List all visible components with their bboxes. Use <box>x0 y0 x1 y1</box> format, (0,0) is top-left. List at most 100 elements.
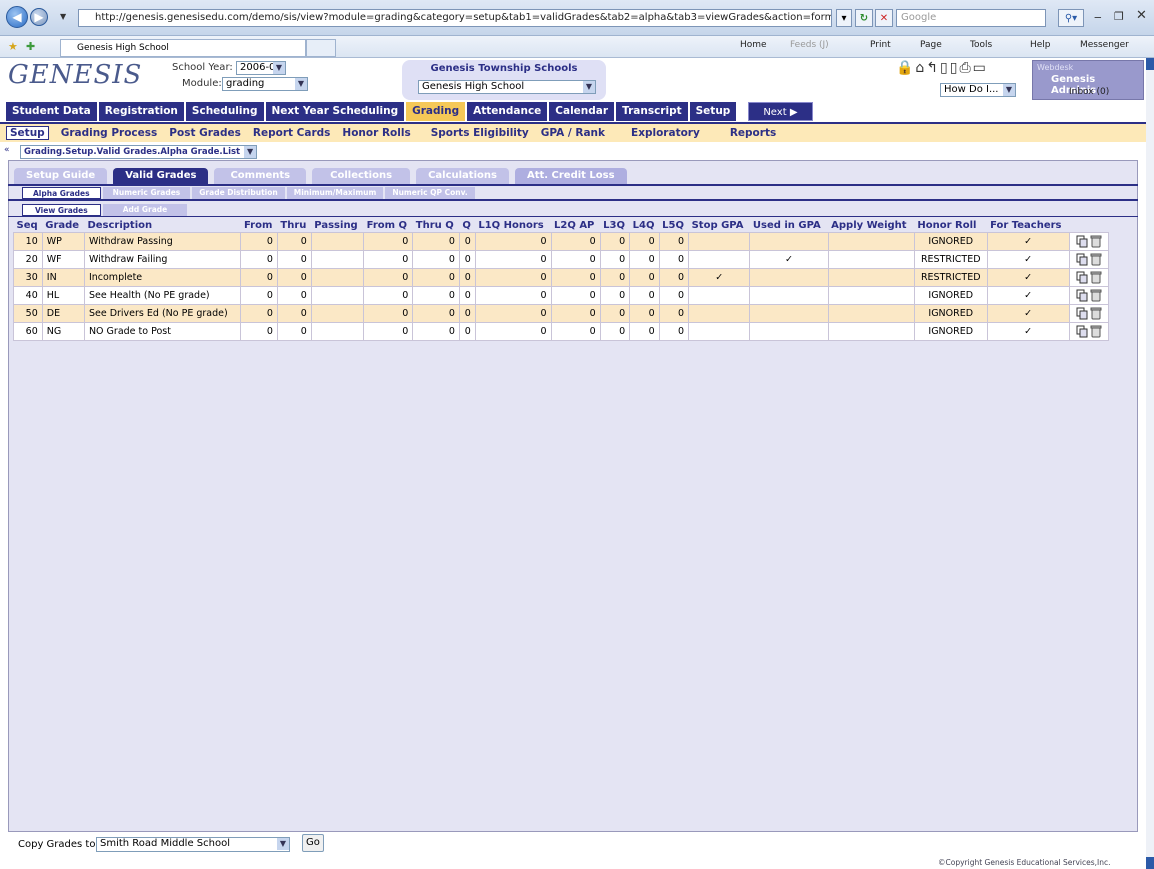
nav-registration[interactable]: Registration <box>98 102 184 121</box>
inbox-link[interactable]: Inbox (0) <box>1069 87 1109 97</box>
forward-arrow-icon[interactable]: ▶ <box>30 8 48 26</box>
stop-icon[interactable]: ✕ <box>875 9 893 27</box>
scroll-down-icon[interactable] <box>1146 857 1154 869</box>
cell-q: 0 <box>458 267 476 287</box>
tab-minimum-maximum[interactable]: Minimum/Maximum <box>286 187 384 199</box>
page-command[interactable]: Page <box>920 40 942 50</box>
cell-q: 0 <box>458 303 476 323</box>
school-year-select[interactable]: 2006-07 ▼ <box>236 61 286 75</box>
delete-icon[interactable] <box>1090 271 1102 284</box>
table-row[interactable]: 40 HL See Health (No PE grade) 0 0 0 0 0 0 0 0 0 0 IG… <box>13 285 1110 305</box>
copy-school-select[interactable]: Smith Road Middle School ▼ <box>96 837 290 852</box>
subnav-setup[interactable]: Setup <box>6 126 49 140</box>
cell-l3q: 0 <box>599 321 631 341</box>
history-dropdown-icon[interactable]: ▼ <box>60 12 66 21</box>
collapse-icon[interactable]: « <box>4 145 10 155</box>
table-row[interactable]: 10 WP Withdraw Passing 0 0 0 0 0 0 0 0 0 0 IGNORED ✓ <box>13 231 1110 251</box>
delete-icon[interactable] <box>1090 253 1102 266</box>
scroll-up-icon[interactable] <box>1146 58 1154 70</box>
cell-fromq: 0 <box>363 249 414 269</box>
nav-next-year-scheduling[interactable]: Next Year Scheduling <box>265 102 405 121</box>
tab-comments[interactable]: Comments <box>214 168 307 184</box>
subnav-grading-process[interactable]: Grading Process <box>61 127 158 139</box>
tab-valid-grades[interactable]: Valid Grades <box>113 168 209 184</box>
page-scrollbar[interactable] <box>1146 58 1154 869</box>
copy-icon[interactable] <box>1076 289 1088 302</box>
back-arrow-icon[interactable]: ◀ <box>6 6 28 28</box>
url-input[interactable]: http://genesis.genesisedu.com/demo/sis/v… <box>78 9 832 27</box>
cell-passing <box>310 231 365 251</box>
cell-weight <box>827 231 915 251</box>
favorites-star-icon[interactable]: ★ <box>8 40 18 53</box>
subnav-sports-eligibility[interactable]: Sports Eligibility <box>431 127 529 139</box>
add-favorites-icon[interactable]: ✚ <box>26 40 35 53</box>
tab-collections[interactable]: Collections <box>312 168 411 184</box>
cell-thruq: 0 <box>412 285 460 305</box>
help-command[interactable]: Help <box>1030 40 1051 50</box>
webdesk-panel[interactable]: Webdesk Genesis Adminis Inbox (0) <box>1032 60 1144 100</box>
tab-calculations[interactable]: Calculations <box>416 168 509 184</box>
nav-scheduling[interactable]: Scheduling <box>185 102 264 121</box>
new-tab-button[interactable] <box>306 39 336 57</box>
browser-tab[interactable]: Genesis High School <box>60 39 306 57</box>
tab-view-grades[interactable]: View Grades <box>22 204 101 216</box>
delete-icon[interactable] <box>1090 289 1102 302</box>
delete-icon[interactable] <box>1090 325 1102 338</box>
cell-l2q: 0 <box>550 231 601 251</box>
search-input[interactable]: Google <box>896 9 1046 27</box>
nav-student-data[interactable]: Student Data <box>6 102 97 121</box>
print-command[interactable]: Print <box>870 40 891 50</box>
subnav-reports[interactable]: Reports <box>730 127 776 139</box>
nav-setup[interactable]: Setup <box>689 102 737 121</box>
tab-numeric-qp-conv[interactable]: Numeric QP Conv. <box>385 187 475 199</box>
next-button[interactable]: Next ▶ <box>748 102 813 121</box>
module-select[interactable]: grading ▼ <box>222 77 308 91</box>
go-button[interactable]: Go <box>302 834 324 852</box>
close-window-icon[interactable]: ✕ <box>1136 8 1147 23</box>
tab-add-grade[interactable]: Add Grade <box>102 204 188 216</box>
tools-command[interactable]: Tools <box>970 40 992 50</box>
tab-numeric-grades[interactable]: Numeric Grades <box>102 187 191 199</box>
copy-icon[interactable] <box>1076 271 1088 284</box>
subnav-exploratory[interactable]: Exploratory <box>631 127 700 139</box>
district-panel: Genesis Township Schools Genesis High Sc… <box>402 60 606 100</box>
nav-attendance[interactable]: Attendance <box>467 102 548 121</box>
nav-grading[interactable]: Grading <box>406 102 466 121</box>
copy-icon[interactable] <box>1076 253 1088 266</box>
feeds-command[interactable]: Feeds (J) <box>790 40 829 50</box>
nav-transcript[interactable]: Transcript <box>616 102 688 121</box>
school-year-label: School Year: <box>172 62 233 73</box>
breadcrumb-select[interactable]: Grading.Setup.Valid Grades.Alpha Grade.L… <box>20 145 258 159</box>
table-row[interactable]: 50 DE See Drivers Ed (No PE grade) 0 0 0 0 0 0 0 0… <box>13 303 1110 323</box>
header-toolbar-icons[interactable]: 🔒⌂↰▯▯⎙▭ <box>896 60 988 76</box>
subnav-gpa-rank[interactable]: GPA / Rank <box>541 127 605 139</box>
cell-l1q: 0 <box>474 231 552 251</box>
refresh-icon[interactable]: ↻ <box>855 9 873 27</box>
delete-icon[interactable] <box>1090 235 1102 248</box>
messenger-command[interactable]: Messenger <box>1080 40 1129 50</box>
home-command[interactable]: Home <box>740 40 767 50</box>
how-do-i-select[interactable]: How Do I... ▼ <box>940 83 1016 97</box>
tab-setup-guide[interactable]: Setup Guide <box>14 168 108 184</box>
search-icon[interactable]: ⚲▾ <box>1058 9 1084 27</box>
nav-calendar[interactable]: Calendar <box>549 102 615 121</box>
school-select[interactable]: Genesis High School ▼ <box>418 80 596 94</box>
copy-icon[interactable] <box>1076 307 1088 320</box>
tab-alpha-grades[interactable]: Alpha Grades <box>22 187 101 199</box>
cell-actions <box>1068 303 1110 323</box>
copy-icon[interactable] <box>1076 235 1088 248</box>
subnav-report-cards[interactable]: Report Cards <box>253 127 331 139</box>
cell-l2q: 0 <box>550 321 601 341</box>
table-row[interactable]: 30 IN Incomplete 0 0 0 0 0 0 0 0 0 0 ✓ RESTRICTED ✓ <box>13 267 1110 287</box>
table-row[interactable]: 20 WF Withdraw Failing 0 0 0 0 0 0 0 0 0 0 ✓ RESTRICTE… <box>13 249 1110 269</box>
restore-icon[interactable]: ❐ <box>1114 10 1124 23</box>
tab-att-credit-loss[interactable]: Att. Credit Loss <box>514 168 627 184</box>
minimize-icon[interactable]: ‒ <box>1094 10 1102 24</box>
subnav-honor-rolls[interactable]: Honor Rolls <box>342 127 410 139</box>
table-row[interactable]: 60 NG NO Grade to Post 0 0 0 0 0 0 0 0 0 0 IGNORED ✓ <box>13 321 1110 341</box>
url-dropdown-icon[interactable]: ▾ <box>836 9 852 27</box>
tab-grade-distribution[interactable]: Grade Distribution <box>192 187 285 199</box>
subnav-post-grades[interactable]: Post Grades <box>169 127 241 139</box>
copy-icon[interactable] <box>1076 325 1088 338</box>
delete-icon[interactable] <box>1090 307 1102 320</box>
